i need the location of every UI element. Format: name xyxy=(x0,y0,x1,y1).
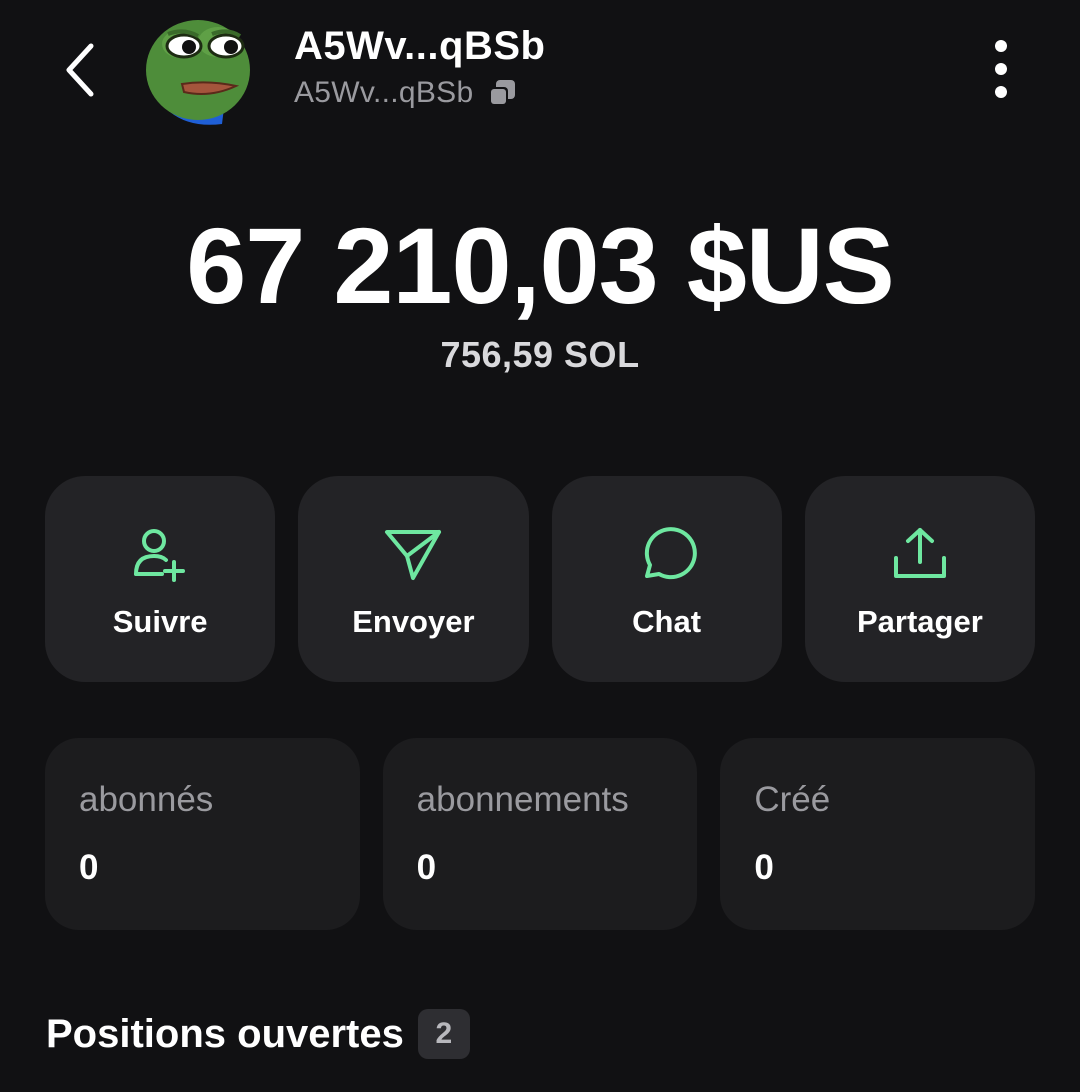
wallet-address: A5Wv...qBSb xyxy=(294,76,474,109)
action-buttons: Suivre Envoyer Chat Partager xyxy=(45,476,1035,682)
wallet-name: A5Wv...qBSb xyxy=(294,24,546,68)
chat-bubble-icon xyxy=(644,527,697,580)
more-options-button[interactable] xyxy=(978,34,1024,104)
follow-button[interactable]: Suivre xyxy=(45,476,276,682)
section-title: Positions ouvertes xyxy=(46,1011,404,1056)
following-label: abonnements xyxy=(416,780,629,819)
more-dot-icon xyxy=(995,86,1007,98)
open-positions-header: Positions ouvertes 2 xyxy=(46,1008,470,1060)
more-dot-icon xyxy=(995,63,1007,75)
followers-count: 0 xyxy=(79,848,99,887)
share-label: Partager xyxy=(856,604,983,639)
back-button[interactable] xyxy=(52,38,106,102)
avatar xyxy=(140,12,258,128)
address-row: A5Wv...qBSb xyxy=(294,76,517,110)
followers-label: abonnés xyxy=(79,780,214,819)
positions-count-badge: 2 xyxy=(417,1009,470,1059)
followers-stat[interactable]: abonnés 0 xyxy=(45,738,360,930)
created-count: 0 xyxy=(754,848,774,887)
chat-label: Chat xyxy=(632,604,702,639)
balance-usd: 67 210,03 $US xyxy=(186,205,895,326)
follow-label: Suivre xyxy=(112,604,208,639)
send-button[interactable]: Envoyer xyxy=(298,476,529,682)
more-dot-icon xyxy=(995,40,1007,52)
copy-icon xyxy=(489,80,516,106)
wallet-profile-page: A5Wv...qBSb A5Wv...qBSb 67 210,03 $US 75… xyxy=(0,0,1080,1092)
copy-address-button[interactable] xyxy=(487,78,517,108)
chevron-left-icon xyxy=(66,43,94,97)
user-plus-icon xyxy=(134,529,186,582)
share-upload-icon xyxy=(893,528,946,578)
send-icon xyxy=(385,530,442,580)
following-stat[interactable]: abonnements 0 xyxy=(382,738,698,930)
balance-sol: 756,59 SOL xyxy=(440,334,640,375)
send-label: Envoyer xyxy=(352,604,475,639)
created-label: Créé xyxy=(754,780,831,819)
profile-stats: abonnés 0 abonnements 0 Créé 0 xyxy=(45,738,1036,930)
following-count: 0 xyxy=(416,848,437,887)
chat-button[interactable]: Chat xyxy=(551,476,782,682)
share-button[interactable]: Partager xyxy=(804,476,1035,682)
created-stat[interactable]: Créé 0 xyxy=(720,738,1036,930)
